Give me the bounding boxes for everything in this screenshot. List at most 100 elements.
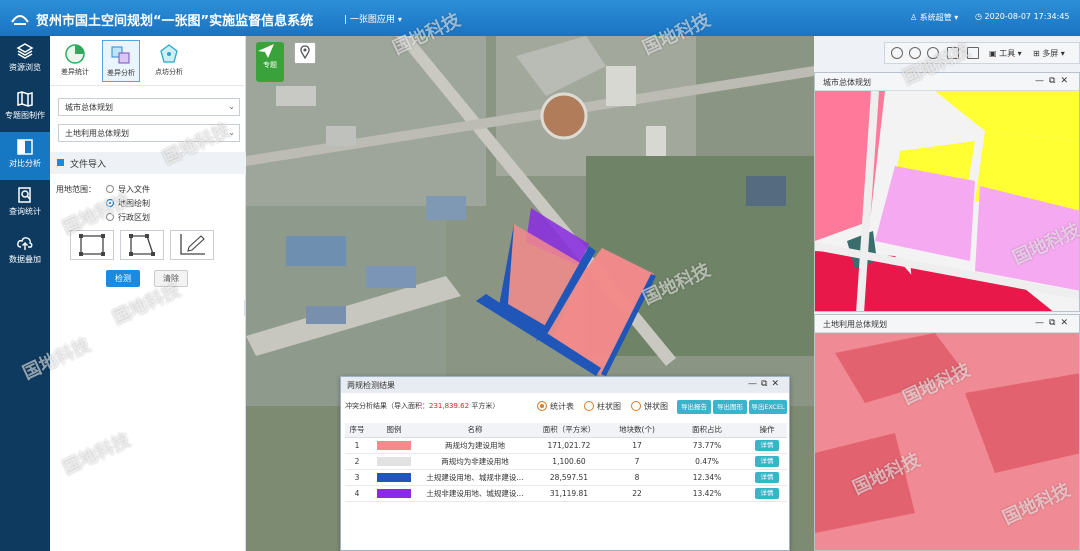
option-label: 行政区划 — [118, 213, 150, 222]
layers-icon — [16, 43, 34, 59]
export-report-button[interactable]: 导出报告 — [677, 400, 711, 414]
map-book-icon — [17, 91, 33, 107]
nav-item-query[interactable]: 查询统计 — [0, 180, 50, 228]
summary-prefix: 冲突分析结果（导入面积： — [345, 402, 429, 410]
analysis-tools: 差异统计 差异分析 点坊分析 — [50, 36, 246, 86]
dialog-controls[interactable]: —⧉✕ — [748, 379, 783, 389]
globe-icon[interactable] — [927, 47, 939, 59]
legend-swatch — [377, 472, 411, 482]
table-header-row: 序号 图例 名称 面积（平方米） 地块数(个) 面积占比 操作 — [345, 423, 787, 438]
option-label: 地图绘制 — [118, 199, 150, 208]
draw-polygon-button[interactable] — [120, 230, 164, 260]
multi-screen-menu[interactable]: ⊞ 多屏 ▾ — [1033, 48, 1065, 59]
compare-icon — [17, 139, 33, 155]
range-label: 用地范围： — [56, 185, 96, 194]
cloud-upload-icon — [17, 237, 33, 250]
measure-icon[interactable] — [909, 47, 921, 59]
column-header: 面积占比 — [667, 423, 747, 438]
fullscreen-icon[interactable] — [947, 47, 959, 59]
option-table[interactable]: 统计表 — [537, 401, 574, 412]
clock-icon: ◷ — [975, 12, 985, 21]
nav-item-resource-browse[interactable]: 资源浏览 — [0, 36, 50, 84]
nav-item-data-overlay[interactable]: 数据叠加 — [0, 228, 50, 276]
window-controls[interactable]: —⧉✕ — [1035, 76, 1073, 86]
nav-item-thematic-map[interactable]: 专题图制作 — [0, 84, 50, 132]
point-analysis-button[interactable]: 点坊分析 — [150, 40, 188, 82]
option-bar-chart[interactable]: 柱状图 — [584, 401, 621, 412]
chevron-down-icon: ▾ — [397, 15, 402, 24]
window-header: 土地利用总体规划 —⧉✕ — [815, 315, 1079, 333]
plan-select-2[interactable]: 土地利用总体规划 ⌄ — [58, 124, 240, 142]
radio-icon — [106, 185, 114, 193]
clear-button[interactable]: 清除 — [154, 270, 188, 287]
plan-select-1-value: 城市总体规划 — [65, 103, 113, 112]
radio-icon — [631, 401, 641, 411]
detail-button[interactable]: 详情 — [755, 471, 779, 483]
action-cell: 详情 — [747, 485, 787, 502]
row-no: 4 — [345, 485, 369, 502]
user-name: 系统超管 — [919, 13, 952, 22]
row-no: 1 — [345, 437, 369, 454]
row-ratio: 0.47% — [667, 453, 747, 470]
detect-button[interactable]: 检测 — [106, 270, 140, 287]
draw-line-button[interactable] — [170, 230, 214, 260]
legend-cell — [369, 485, 419, 502]
trash-icon[interactable] — [967, 47, 979, 59]
pencil-line-icon — [180, 234, 205, 255]
row-name: 两规均为非建设用地 — [419, 453, 531, 470]
result-table: 序号 图例 名称 面积（平方米） 地块数(个) 面积占比 操作 1 两规均为建设… — [345, 423, 787, 502]
plan-select-1[interactable]: 城市总体规划 ⌄ — [58, 98, 240, 116]
diff-stats-button[interactable]: 差异统计 — [56, 40, 94, 82]
land-use-map — [815, 333, 1079, 550]
row-count: 7 — [607, 453, 667, 470]
detail-button[interactable]: 详情 — [755, 439, 779, 451]
action-cell: 详情 — [747, 453, 787, 470]
row-area: 31,119.81 — [531, 485, 607, 502]
draw-rectangle-button[interactable] — [70, 230, 114, 260]
land-use-window: 土地利用总体规划 —⧉✕ — [814, 314, 1080, 551]
detail-button[interactable]: 详情 — [755, 455, 779, 467]
diff-icon — [111, 46, 130, 64]
radio-selected-icon — [106, 199, 114, 207]
radio-icon — [106, 213, 114, 221]
analysis-panel: 差异统计 差异分析 点坊分析 城市总体规划 ⌄ 土地利用总体规划 ⌄ 文件导入 … — [50, 36, 246, 551]
file-import-section[interactable]: 文件导入 — [50, 152, 246, 174]
option-pie-chart[interactable]: 饼状图 — [631, 401, 668, 412]
window-header: 城市总体规划 —⧉✕ — [815, 73, 1079, 91]
column-header: 图例 — [369, 423, 419, 438]
chevron-down-icon: ⌄ — [228, 128, 235, 137]
datetime: ◷ 2020-08-07 17:34:45 — [975, 12, 1070, 21]
detail-button[interactable]: 详情 — [755, 487, 779, 499]
logo-icon — [11, 15, 29, 25]
nav-item-compare[interactable]: 对比分析 — [0, 132, 50, 180]
option-map-draw[interactable]: 地图绘制 — [106, 198, 150, 209]
summary-value: 231,839.62 — [429, 402, 470, 410]
row-ratio: 73.77% — [667, 437, 747, 454]
chevron-down-icon: ▾ — [951, 13, 959, 22]
hand-icon[interactable] — [891, 47, 903, 59]
window-controls[interactable]: —⧉✕ — [1035, 318, 1073, 328]
app-menu[interactable]: | 一张图应用 ▾ — [344, 12, 402, 25]
option-import-file[interactable]: 导入文件 — [106, 184, 150, 195]
export-graphic-button[interactable]: 导出图形 — [713, 400, 747, 414]
result-dialog: 两规检测结果 —⧉✕ 冲突分析结果（导入面积：231,839.62 平方米） 统… — [340, 376, 790, 551]
thematic-map-button[interactable]: 专题 — [256, 42, 284, 82]
tools-menu[interactable]: ▣ 工具 ▾ — [989, 48, 1022, 59]
thematic-label: 专题 — [263, 61, 277, 69]
row-name: 土规建设用地、城规非建设... — [419, 469, 531, 486]
location-button[interactable] — [294, 42, 316, 64]
nav-label: 资源浏览 — [9, 63, 41, 72]
tool-label: 差异分析 — [107, 69, 135, 77]
row-name: 土规非建设用地、城规建设... — [419, 485, 531, 502]
action-cell: 详情 — [747, 469, 787, 486]
window-title: 土地利用总体规划 — [823, 320, 887, 329]
user-menu[interactable]: ♙ 系统超管 ▾ — [910, 12, 958, 23]
chevron-down-icon: ⌄ — [228, 102, 235, 111]
option-admin-division[interactable]: 行政区划 — [106, 212, 150, 223]
multi-label: 多屏 — [1042, 49, 1059, 58]
diff-analysis-button[interactable]: 差异分析 — [102, 40, 140, 82]
legend-cell — [369, 469, 419, 486]
app-title: 贺州市国土空间规划“一张图”实施监督信息系统 — [36, 14, 314, 29]
export-excel-button[interactable]: 导出EXCEL — [749, 400, 787, 414]
point-icon — [160, 44, 178, 63]
